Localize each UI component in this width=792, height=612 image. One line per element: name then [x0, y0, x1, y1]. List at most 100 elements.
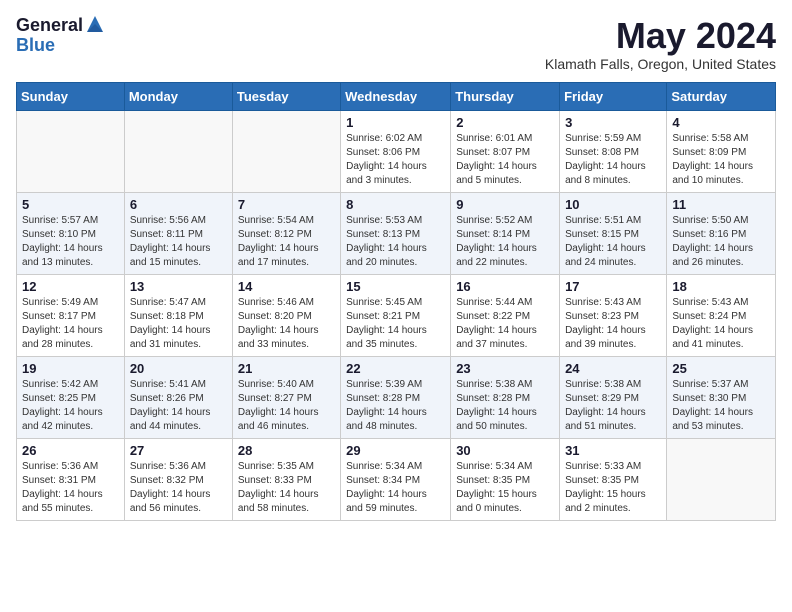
- month-title: May 2024: [545, 16, 776, 56]
- day-number: 13: [130, 279, 227, 294]
- day-info: Sunrise: 5:42 AMSunset: 8:25 PMDaylight:…: [22, 378, 119, 434]
- calendar-day-cell: 7 Sunrise: 5:54 AMSunset: 8:12 PMDaylight…: [232, 192, 340, 274]
- day-number: 18: [672, 279, 770, 294]
- calendar-day-cell: [232, 110, 340, 192]
- calendar-week-row: 1 Sunrise: 6:02 AMSunset: 8:06 PMDaylight…: [17, 110, 776, 192]
- day-number: 16: [456, 279, 554, 294]
- day-number: 12: [22, 279, 119, 294]
- day-info: Sunrise: 5:39 AMSunset: 8:28 PMDaylight:…: [346, 378, 445, 434]
- day-info: Sunrise: 5:44 AMSunset: 8:22 PMDaylight:…: [456, 296, 554, 352]
- day-info: Sunrise: 5:54 AMSunset: 8:12 PMDaylight:…: [238, 214, 335, 270]
- calendar-day-cell: 24Sunrise: 5:38 AMSunset: 8:29 PMDayligh…: [560, 356, 667, 438]
- day-number: 6: [130, 197, 227, 212]
- day-number: 27: [130, 443, 227, 458]
- calendar-day-cell: 27 Sunrise: 5:36 AMSunset: 8:32 PMDayligh…: [124, 438, 232, 520]
- day-number: 7: [238, 197, 335, 212]
- weekday-header-monday: Monday: [124, 82, 232, 110]
- title-area: May 2024 Klamath Falls, Oregon, United S…: [545, 16, 776, 72]
- calendar-day-cell: [667, 438, 776, 520]
- calendar-day-cell: 20 Sunrise: 5:41 AMSunset: 8:26 PMDayligh…: [124, 356, 232, 438]
- day-info: Sunrise: 5:34 AMSunset: 8:35 PMDaylight:…: [456, 460, 554, 516]
- day-number: 19: [22, 361, 119, 376]
- weekday-header-saturday: Saturday: [667, 82, 776, 110]
- day-number: 30: [456, 443, 554, 458]
- calendar-day-cell: 12 Sunrise: 5:49 AMSunset: 8:17 PMDayligh…: [17, 274, 125, 356]
- calendar-day-cell: 28Sunrise: 5:35 AMSunset: 8:33 PMDayligh…: [232, 438, 340, 520]
- day-number: 8: [346, 197, 445, 212]
- day-number: 28: [238, 443, 335, 458]
- day-info: Sunrise: 5:41 AMSunset: 8:26 PMDaylight:…: [130, 378, 227, 434]
- calendar-week-row: 26 Sunrise: 5:36 AMSunset: 8:31 PMDayligh…: [17, 438, 776, 520]
- weekday-header-tuesday: Tuesday: [232, 82, 340, 110]
- calendar-day-cell: 25Sunrise: 5:37 AMSunset: 8:30 PMDayligh…: [667, 356, 776, 438]
- day-info: Sunrise: 5:43 AMSunset: 8:24 PMDaylight:…: [672, 296, 770, 352]
- calendar-day-cell: 29 Sunrise: 5:34 AMSunset: 8:34 PMDayligh…: [341, 438, 451, 520]
- day-number: 20: [130, 361, 227, 376]
- calendar-day-cell: 8Sunrise: 5:53 AMSunset: 8:13 PMDaylight…: [341, 192, 451, 274]
- day-number: 26: [22, 443, 119, 458]
- calendar-day-cell: 26 Sunrise: 5:36 AMSunset: 8:31 PMDayligh…: [17, 438, 125, 520]
- day-number: 10: [565, 197, 661, 212]
- day-info: Sunrise: 5:43 AMSunset: 8:23 PMDaylight:…: [565, 296, 661, 352]
- calendar-day-cell: 3Sunrise: 5:59 AMSunset: 8:08 PMDaylight…: [560, 110, 667, 192]
- day-info: Sunrise: 5:52 AMSunset: 8:14 PMDaylight:…: [456, 214, 554, 270]
- calendar-week-row: 5Sunrise: 5:57 AMSunset: 8:10 PMDaylight…: [17, 192, 776, 274]
- calendar-day-cell: 11 Sunrise: 5:50 AMSunset: 8:16 PMDayligh…: [667, 192, 776, 274]
- calendar-day-cell: 22Sunrise: 5:39 AMSunset: 8:28 PMDayligh…: [341, 356, 451, 438]
- day-info: Sunrise: 5:36 AMSunset: 8:32 PMDaylight:…: [130, 460, 227, 516]
- calendar-day-cell: 19 Sunrise: 5:42 AMSunset: 8:25 PMDayligh…: [17, 356, 125, 438]
- day-info: Sunrise: 5:56 AMSunset: 8:11 PMDaylight:…: [130, 214, 227, 270]
- calendar-day-cell: 2 Sunrise: 6:01 AMSunset: 8:07 PMDaylight…: [451, 110, 560, 192]
- day-info: Sunrise: 5:47 AMSunset: 8:18 PMDaylight:…: [130, 296, 227, 352]
- day-number: 14: [238, 279, 335, 294]
- calendar-day-cell: 5Sunrise: 5:57 AMSunset: 8:10 PMDaylight…: [17, 192, 125, 274]
- calendar-week-row: 19 Sunrise: 5:42 AMSunset: 8:25 PMDayligh…: [17, 356, 776, 438]
- weekday-header-friday: Friday: [560, 82, 667, 110]
- calendar-day-cell: 31Sunrise: 5:33 AMSunset: 8:35 PMDayligh…: [560, 438, 667, 520]
- day-number: 1: [346, 115, 445, 130]
- day-info: Sunrise: 5:45 AMSunset: 8:21 PMDaylight:…: [346, 296, 445, 352]
- day-number: 11: [672, 197, 770, 212]
- calendar-day-cell: 6 Sunrise: 5:56 AMSunset: 8:11 PMDaylight…: [124, 192, 232, 274]
- page-header: General Blue May 2024 Klamath Falls, Ore…: [16, 16, 776, 72]
- logo-general: General: [16, 16, 83, 36]
- day-number: 2: [456, 115, 554, 130]
- day-number: 15: [346, 279, 445, 294]
- day-info: Sunrise: 5:46 AMSunset: 8:20 PMDaylight:…: [238, 296, 335, 352]
- calendar-day-cell: 14 Sunrise: 5:46 AMSunset: 8:20 PMDayligh…: [232, 274, 340, 356]
- day-info: Sunrise: 5:34 AMSunset: 8:34 PMDaylight:…: [346, 460, 445, 516]
- day-info: Sunrise: 6:01 AMSunset: 8:07 PMDaylight:…: [456, 132, 554, 188]
- day-number: 31: [565, 443, 661, 458]
- day-number: 24: [565, 361, 661, 376]
- day-number: 29: [346, 443, 445, 458]
- logo-icon: [85, 14, 105, 34]
- calendar-day-cell: 10Sunrise: 5:51 AMSunset: 8:15 PMDayligh…: [560, 192, 667, 274]
- logo: General Blue: [16, 16, 105, 56]
- day-info: Sunrise: 5:50 AMSunset: 8:16 PMDaylight:…: [672, 214, 770, 270]
- weekday-header-sunday: Sunday: [17, 82, 125, 110]
- calendar-day-cell: 13 Sunrise: 5:47 AMSunset: 8:18 PMDayligh…: [124, 274, 232, 356]
- calendar-day-cell: [17, 110, 125, 192]
- calendar-week-row: 12 Sunrise: 5:49 AMSunset: 8:17 PMDayligh…: [17, 274, 776, 356]
- calendar-day-cell: 1 Sunrise: 6:02 AMSunset: 8:06 PMDaylight…: [341, 110, 451, 192]
- weekday-header-wednesday: Wednesday: [341, 82, 451, 110]
- calendar-day-cell: 30 Sunrise: 5:34 AMSunset: 8:35 PMDayligh…: [451, 438, 560, 520]
- day-number: 3: [565, 115, 661, 130]
- calendar-day-cell: [124, 110, 232, 192]
- calendar-day-cell: 21 Sunrise: 5:40 AMSunset: 8:27 PMDayligh…: [232, 356, 340, 438]
- weekday-header-thursday: Thursday: [451, 82, 560, 110]
- day-number: 5: [22, 197, 119, 212]
- calendar-day-cell: 4Sunrise: 5:58 AMSunset: 8:09 PMDaylight…: [667, 110, 776, 192]
- day-info: Sunrise: 6:02 AMSunset: 8:06 PMDaylight:…: [346, 132, 445, 188]
- weekday-header-row: SundayMondayTuesdayWednesdayThursdayFrid…: [17, 82, 776, 110]
- calendar-day-cell: 15 Sunrise: 5:45 AMSunset: 8:21 PMDayligh…: [341, 274, 451, 356]
- day-number: 21: [238, 361, 335, 376]
- calendar-day-cell: 16 Sunrise: 5:44 AMSunset: 8:22 PMDayligh…: [451, 274, 560, 356]
- day-number: 23: [456, 361, 554, 376]
- day-info: Sunrise: 5:40 AMSunset: 8:27 PMDaylight:…: [238, 378, 335, 434]
- calendar-day-cell: 9Sunrise: 5:52 AMSunset: 8:14 PMDaylight…: [451, 192, 560, 274]
- day-info: Sunrise: 5:36 AMSunset: 8:31 PMDaylight:…: [22, 460, 119, 516]
- day-info: Sunrise: 5:58 AMSunset: 8:09 PMDaylight:…: [672, 132, 770, 188]
- day-info: Sunrise: 5:49 AMSunset: 8:17 PMDaylight:…: [22, 296, 119, 352]
- calendar-table: SundayMondayTuesdayWednesdayThursdayFrid…: [16, 82, 776, 521]
